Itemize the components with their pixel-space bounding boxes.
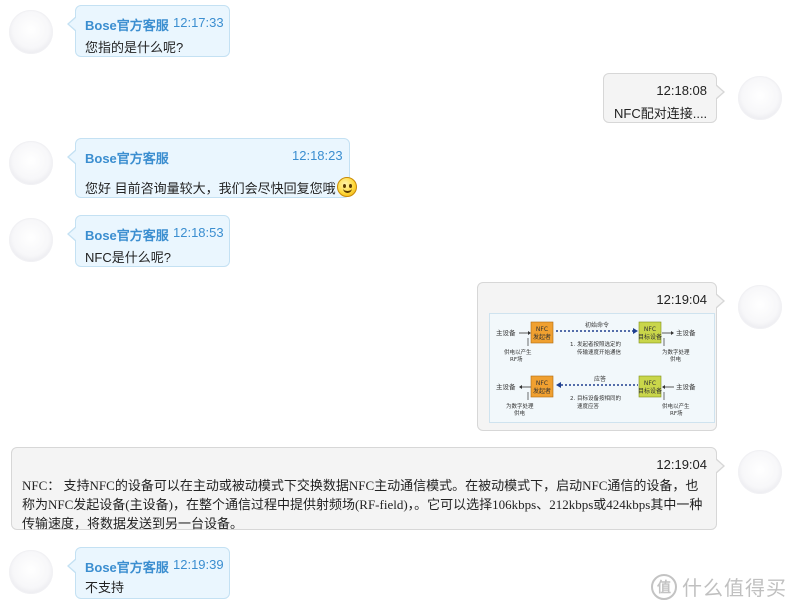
diagram-note: 1. 发起者按照选定的 (570, 340, 621, 348)
diagram-host-label: 主设备 (676, 382, 696, 391)
message-text: 不支持 (85, 580, 125, 595)
diagram-command-label: 初始命令 (585, 321, 609, 329)
diagram-nfc-label: NFC (536, 380, 548, 387)
message-text: 您指的是什么呢? (85, 40, 184, 55)
diagram-host-label: 主设备 (676, 328, 696, 337)
diagram-note: 供电以产生 (504, 348, 532, 356)
message-text: 您好 目前咨询量较大，我们会尽快回复您哦 (85, 177, 357, 197)
watermark: 值 什么值得买 (651, 572, 787, 601)
message-time: 12:19:04 (656, 457, 707, 472)
message-time: 12:18:23 (292, 148, 343, 163)
user-avatar (738, 285, 782, 329)
diagram-note: 为数字处理 (506, 402, 534, 410)
message-text: NFC是什么呢? (85, 250, 171, 265)
agent-avatar (9, 10, 53, 54)
message-bubble: Bose官方客服 12:17:33 您指的是什么呢? (67, 5, 230, 57)
image-message-bubble: 12:19:04 主设备 NFC 发起者 初始命令 NFC 目标设备 主设备 供… (477, 282, 725, 431)
user-avatar (738, 76, 782, 120)
sender-name: Bose官方客服 (85, 228, 169, 243)
watermark-logo-text: 值 (657, 578, 671, 595)
diagram-note: RF场 (670, 409, 683, 417)
diagram-nfc-label: NFC (536, 326, 548, 333)
diagram-nfc-label: NFC (644, 380, 656, 387)
diagram-target-label: 目标设备 (638, 333, 662, 341)
message-time: 12:19:39 (173, 557, 224, 572)
message-time: 12:17:33 (173, 15, 224, 30)
message-text: NFC： 支持NFC的设备可以在主动或被动模式下交换数据NFC主动通信模式。在被… (22, 478, 703, 531)
diagram-note: 供电以产生 (662, 402, 690, 410)
message-bubble: 12:19:04 NFC： 支持NFC的设备可以在主动或被动模式下交换数据NFC… (11, 447, 725, 531)
agent-avatar (9, 141, 53, 185)
message-text-content: 您好 目前咨询量较大，我们会尽快回复您哦 (85, 181, 336, 196)
diagram-note: 速度应答 (577, 402, 600, 410)
diagram-host-label: 主设备 (496, 328, 516, 337)
diagram-note: 2. 目标设备按相同的 (570, 394, 621, 402)
diagram-initiator-label: 发起者 (533, 333, 551, 341)
diagram-host-label: 主设备 (496, 382, 516, 391)
watermark-logo-icon: 值 (651, 573, 677, 600)
diagram-note: 传输速度开始通信 (577, 348, 622, 356)
diagram-nfc-label: NFC (644, 326, 656, 333)
user-avatar (738, 450, 782, 494)
agent-avatar (9, 218, 53, 262)
nfc-diagram-image[interactable]: 主设备 NFC 发起者 初始命令 NFC 目标设备 主设备 供电以产生 RF场 … (489, 313, 715, 423)
diagram-note: 供电 (670, 355, 682, 363)
diagram-reply-label: 应答 (594, 375, 606, 383)
message-time: 12:18:53 (173, 225, 224, 240)
diagram-note: 供电 (514, 409, 526, 417)
diagram-note: RF场 (510, 355, 523, 363)
sender-name: Bose官方客服 (85, 151, 169, 166)
message-bubble: Bose官方客服 12:19:39 不支持 (67, 547, 230, 599)
message-bubble: 12:18:08 NFC配对连接.... (603, 73, 725, 123)
agent-avatar (9, 550, 53, 594)
watermark-text: 什么值得买 (682, 578, 787, 600)
diagram-initiator-label: 发起者 (533, 387, 551, 395)
message-bubble: Bose官方客服 12:18:23 您好 目前咨询量较大，我们会尽快回复您哦 (67, 138, 357, 198)
nfc-diagram-svg: 主设备 NFC 发起者 初始命令 NFC 目标设备 主设备 供电以产生 RF场 … (496, 321, 696, 417)
diagram-target-label: 目标设备 (638, 387, 662, 395)
message-text: NFC配对连接.... (614, 106, 708, 121)
message-bubble: Bose官方客服 12:18:53 NFC是什么呢? (67, 215, 230, 267)
sender-name: Bose官方客服 (85, 560, 169, 575)
diagram-note: 为数字处理 (662, 348, 690, 356)
smiley-icon (336, 177, 357, 197)
sender-name: Bose官方客服 (85, 18, 169, 33)
message-time: 12:18:08 (656, 83, 707, 98)
message-time: 12:19:04 (656, 292, 707, 307)
